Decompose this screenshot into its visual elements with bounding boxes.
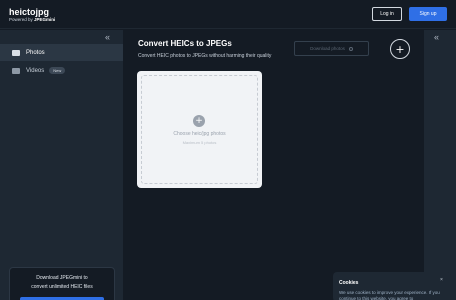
top-bar: heictojpg Powered by JPEGmini Log in Sig… [0,0,456,29]
dropzone-border [141,75,258,184]
powered-brand: JPEGmini [34,17,56,22]
powered-by: Powered by JPEGmini [9,17,55,22]
photo-dropzone[interactable]: + Choose heic/jpg photos Maximum 5 photo… [137,71,262,188]
new-badge: New [49,67,66,74]
collapse-sidebar-icon[interactable]: « [105,32,110,42]
sidebar-item-label: Videos [26,67,45,74]
cookie-banner: Cookies × We use cookies to improve your… [333,272,451,300]
close-icon[interactable]: × [440,277,443,283]
sidebar-item-photos[interactable]: Photos [0,44,123,61]
powered-prefix: Powered by [9,17,35,22]
page-title: Convert HEICs to JPEGs [138,39,232,48]
video-icon [12,67,20,74]
cookie-title: Cookies [339,280,359,286]
download-icon [348,46,353,51]
promo-text-line2: convert unlimited HEIC files [31,284,93,290]
promo-text-line1: Download JPEGmini to [36,275,88,281]
photo-icon [12,49,20,56]
max-photos-label: Maximum 5 photos [182,140,217,145]
app-logo[interactable]: heictojpg [9,7,49,17]
download-photos-button[interactable]: Download photos [294,41,369,56]
add-photos-button[interactable]: + [390,39,410,59]
cookie-text: We use cookies to improve your experienc… [339,290,440,300]
download-label: Download photos [310,46,345,51]
login-button[interactable]: Log in [372,7,402,21]
page-subtitle: Convert HEIC photos to JPEGs without har… [138,53,272,59]
signup-button[interactable]: Sign up [409,7,447,21]
sidebar-item-videos[interactable]: Videos New [0,62,123,79]
choose-photos-label[interactable]: Choose heic/jpg photos [137,131,262,137]
right-panel [424,30,456,300]
download-promo: Download JPEGmini to convert unlimited H… [9,267,115,300]
sidebar-item-label: Photos [26,49,45,56]
upload-plus-icon[interactable]: + [193,115,205,127]
collapse-right-panel-icon[interactable]: « [434,32,439,42]
